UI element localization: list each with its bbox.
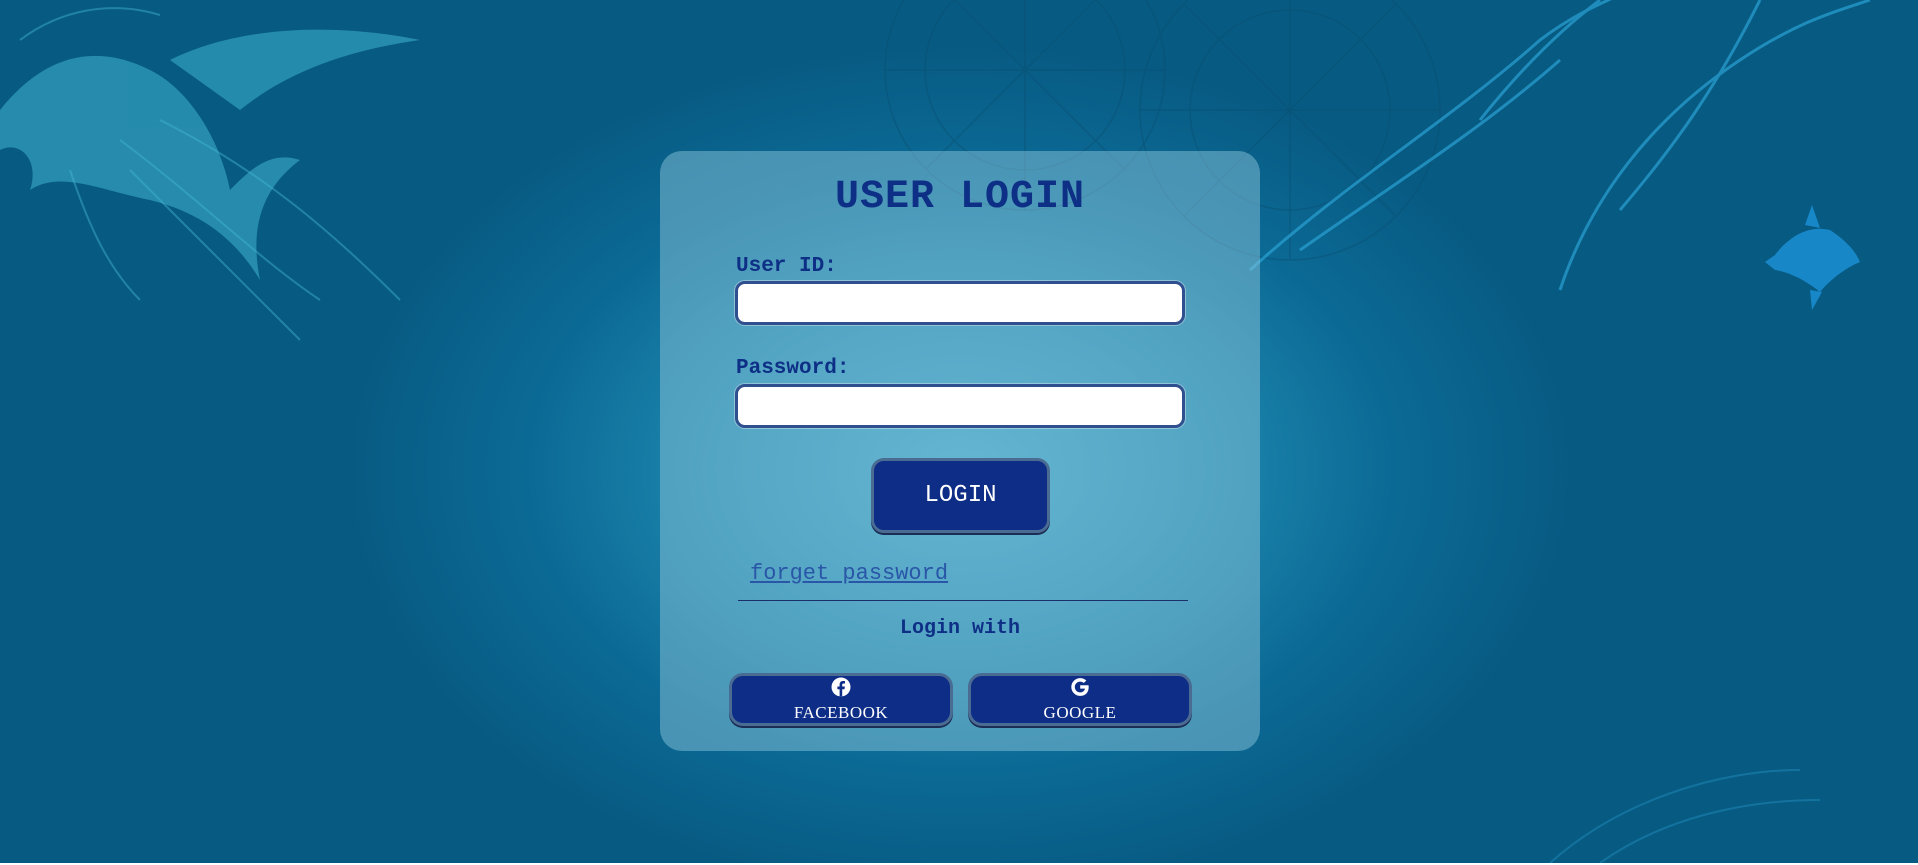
password-label: Password: <box>736 357 850 380</box>
google-login-button[interactable]: GOOGLE <box>968 673 1192 726</box>
facebook-label: FACEBOOK <box>793 703 889 722</box>
user-id-label: User ID: <box>736 255 837 278</box>
google-label: GOOGLE <box>1043 703 1117 722</box>
login-with-label: Login with <box>899 617 1021 640</box>
login-card: USER LOGIN User ID: Password: LOGIN forg… <box>660 151 1260 751</box>
user-id-input[interactable] <box>735 281 1185 325</box>
login-button[interactable]: LOGIN <box>871 458 1050 533</box>
fish-decoration <box>1765 205 1860 310</box>
page-title: USER LOGIN <box>834 175 1086 220</box>
facebook-login-button[interactable]: FACEBOOK <box>729 673 953 726</box>
google-icon <box>1071 678 1089 696</box>
forget-password-link[interactable]: forget password <box>750 561 948 586</box>
page-background: USER LOGIN User ID: Password: LOGIN forg… <box>0 0 1918 863</box>
divider <box>738 600 1188 601</box>
password-input[interactable] <box>735 384 1185 428</box>
facebook-icon <box>831 677 851 697</box>
bird-decoration <box>0 29 420 280</box>
